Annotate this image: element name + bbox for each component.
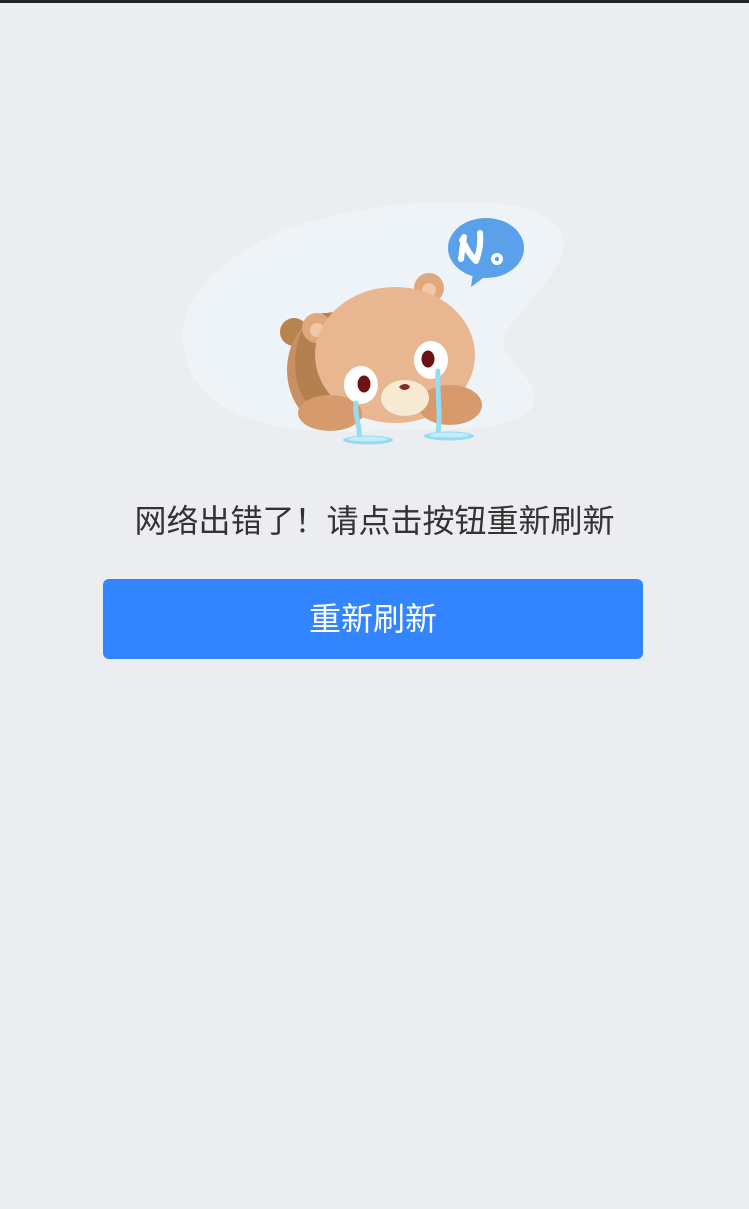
- refresh-button[interactable]: 重新刷新: [103, 579, 643, 659]
- error-message: 网络出错了！请点击按钮重新刷新: [134, 502, 615, 540]
- crying-bear-illustration: [175, 195, 575, 455]
- status-bar: [0, 0, 749, 3]
